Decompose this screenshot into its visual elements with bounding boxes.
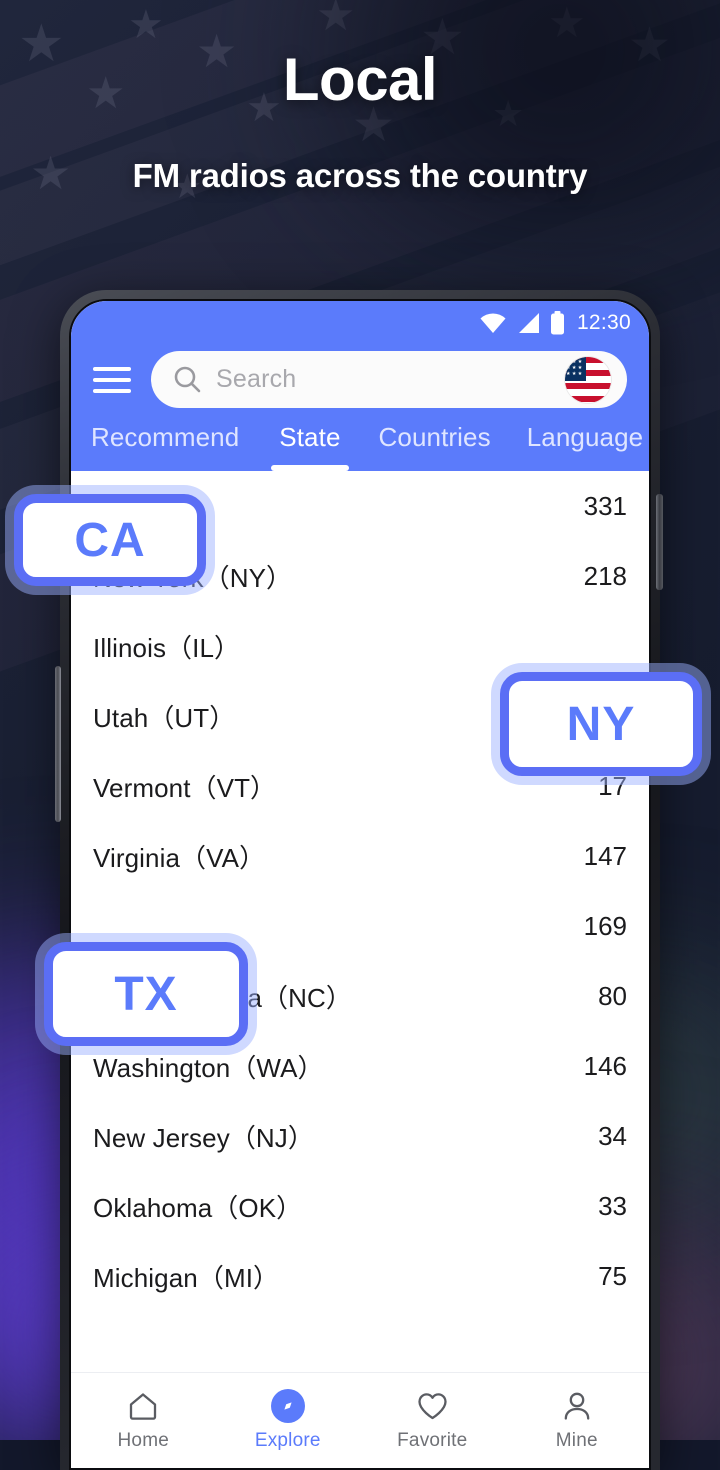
nav-item-explore[interactable]: Explore bbox=[216, 1389, 361, 1452]
person-icon bbox=[561, 1389, 593, 1423]
station-count: 147 bbox=[583, 840, 627, 871]
hamburger-menu-icon[interactable] bbox=[93, 366, 133, 393]
station-count: 331 bbox=[583, 490, 627, 521]
state-name: Illinois（IL） bbox=[93, 632, 241, 663]
state-name: Oklahoma（OK） bbox=[93, 1192, 303, 1223]
us-flag-icon[interactable] bbox=[565, 356, 611, 403]
station-count: 80 bbox=[598, 980, 627, 1011]
station-count: 218 bbox=[583, 560, 627, 591]
nav-item-mine[interactable]: Mine bbox=[505, 1389, 650, 1452]
station-count: 169 bbox=[583, 910, 627, 941]
nav-label: Home bbox=[117, 1430, 169, 1451]
nav-label: Mine bbox=[555, 1430, 598, 1451]
table-row[interactable]: Oklahoma（OK） 33 bbox=[93, 1171, 627, 1241]
state-name: Virginia（VA） bbox=[93, 842, 266, 873]
search-icon bbox=[174, 366, 201, 393]
phone-mockup: 12:30 Search ★ ★ ★ ★ ★ ★ ★ ★ ★ Recommend… bbox=[60, 290, 660, 1470]
state-name: Washington（WA） bbox=[93, 1052, 324, 1083]
status-bar-time: 12:30 bbox=[576, 311, 631, 334]
callout-badge-ca: CA bbox=[14, 494, 206, 586]
tab-recommend[interactable]: Recommend bbox=[91, 422, 239, 471]
search-input[interactable]: Search bbox=[151, 351, 627, 408]
state-list: （CA） 331 New York（NY） 218 Illinois（IL） U… bbox=[71, 471, 649, 1311]
station-count: 34 bbox=[598, 1120, 627, 1151]
station-count: 146 bbox=[583, 1050, 627, 1081]
station-count: 75 bbox=[598, 1260, 627, 1291]
table-row[interactable]: Michigan（MI） 75 bbox=[93, 1241, 627, 1311]
battery-icon bbox=[550, 311, 564, 335]
phone-power-button[interactable] bbox=[656, 494, 663, 590]
tab-countries[interactable]: Countries bbox=[379, 422, 491, 471]
table-row[interactable]: Virginia（VA） 147 bbox=[93, 821, 627, 891]
nav-label: Explore bbox=[254, 1430, 321, 1451]
state-name: Michigan（MI） bbox=[93, 1262, 280, 1293]
callout-badge-ny: NY bbox=[500, 672, 702, 776]
tab-state[interactable]: State bbox=[271, 422, 349, 471]
compass-icon bbox=[270, 1389, 305, 1423]
category-tabs: Recommend State Countries Language bbox=[71, 408, 649, 471]
callout-badge-tx: TX bbox=[44, 942, 248, 1046]
promo-subtitle: FM radios across the country bbox=[132, 157, 588, 194]
station-count: 33 bbox=[598, 1190, 627, 1221]
signal-icon bbox=[518, 313, 539, 333]
table-row[interactable]: Illinois（IL） bbox=[93, 611, 627, 681]
nav-item-home[interactable]: Home bbox=[71, 1389, 216, 1452]
promo-title: Local bbox=[282, 46, 438, 113]
nav-label: Favorite bbox=[397, 1430, 468, 1451]
promo-headings: Local FM radios across the country bbox=[0, 50, 720, 205]
home-icon bbox=[127, 1389, 159, 1423]
bottom-navigation: Home Explore Favorite Mine bbox=[71, 1372, 649, 1468]
flag-star-icon: ★ bbox=[128, 3, 164, 47]
status-bar: 12:30 bbox=[71, 301, 649, 345]
state-name: New Jersey（NJ） bbox=[93, 1122, 314, 1153]
phone-screen: 12:30 Search ★ ★ ★ ★ ★ ★ ★ ★ ★ Recommend… bbox=[69, 299, 651, 1470]
phone-volume-button[interactable] bbox=[55, 666, 61, 822]
wifi-icon bbox=[480, 313, 506, 333]
tab-language[interactable]: Language bbox=[527, 422, 643, 471]
state-name: Vermont（VT） bbox=[93, 772, 277, 803]
search-placeholder: Search bbox=[216, 365, 297, 393]
heart-icon bbox=[416, 1389, 449, 1423]
nav-item-favorite[interactable]: Favorite bbox=[360, 1389, 505, 1452]
app-top-bar: Search bbox=[71, 345, 649, 408]
table-row[interactable]: New Jersey（NJ） 34 bbox=[93, 1101, 627, 1171]
state-name: Utah（UT） bbox=[93, 702, 236, 733]
